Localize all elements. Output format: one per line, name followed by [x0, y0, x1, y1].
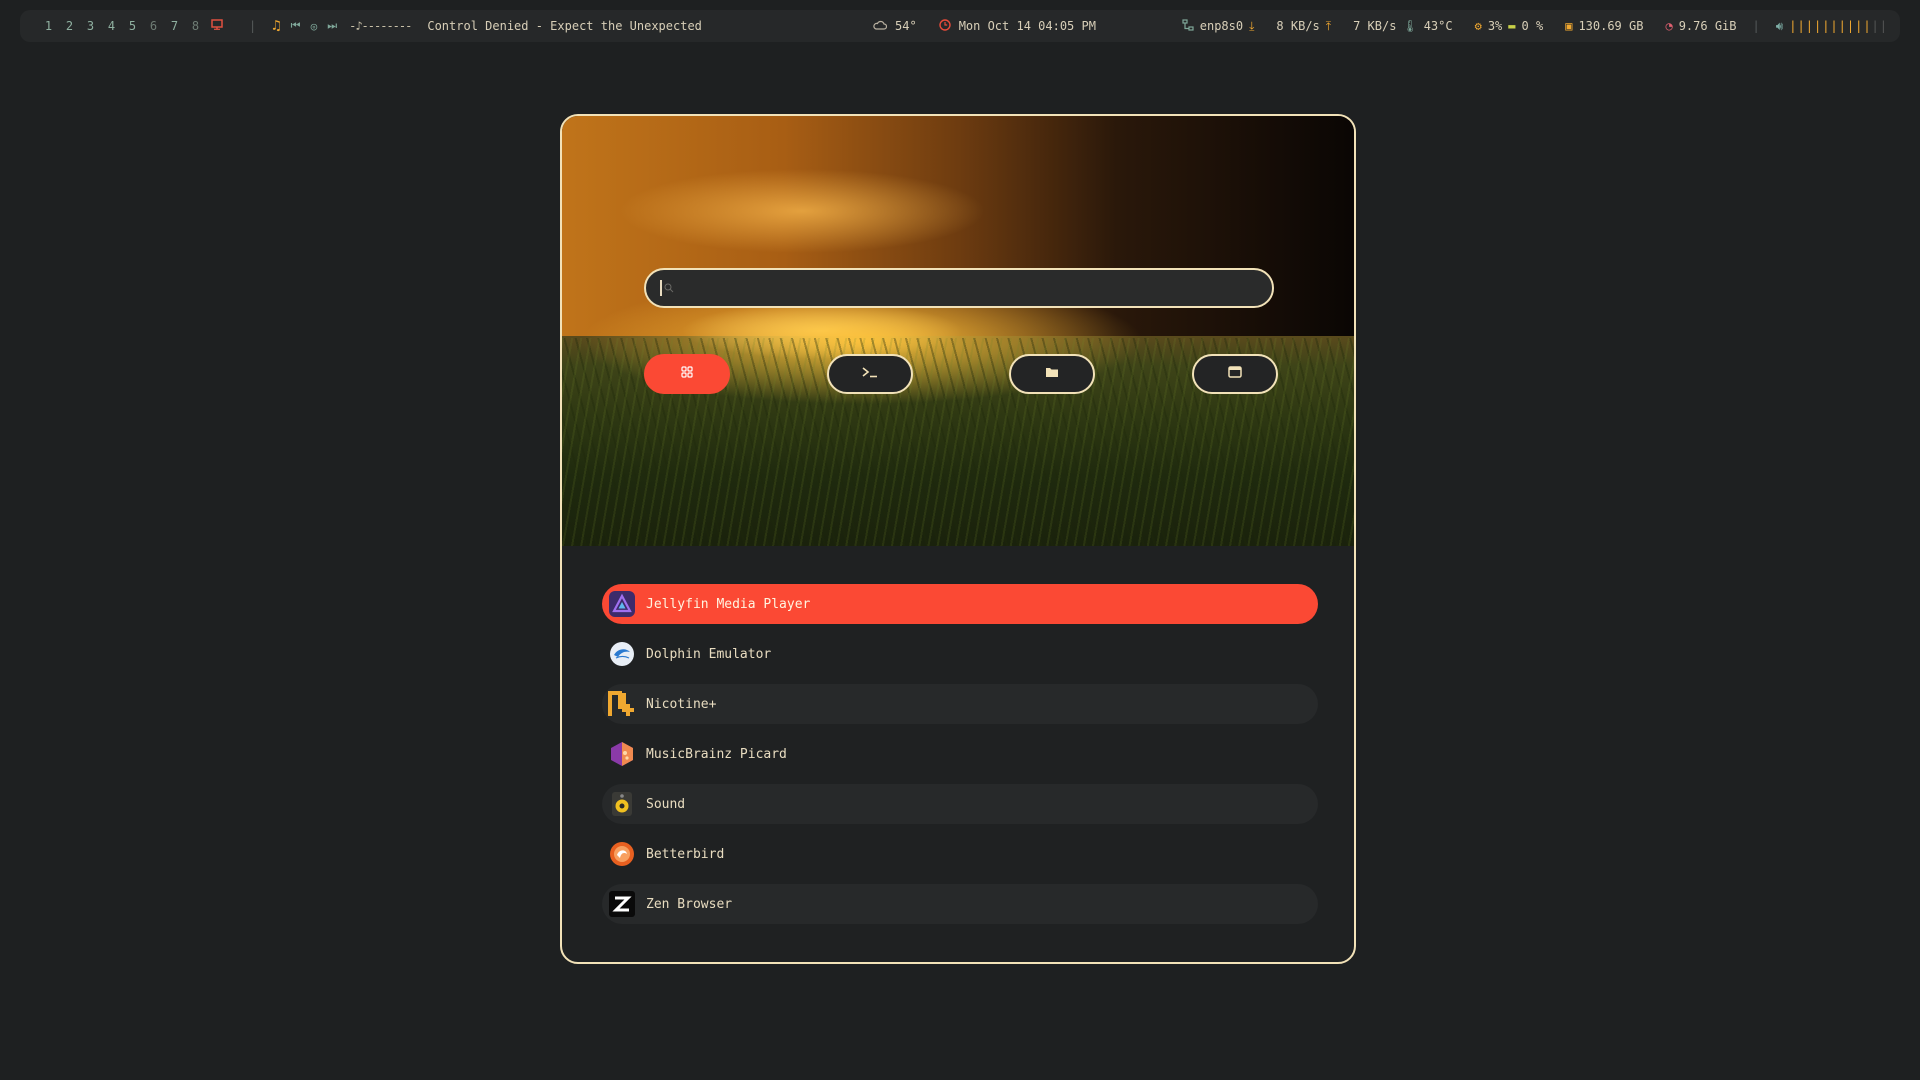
top-bar: 1 2 3 4 5 6 7 8 | ♫ ⏮ ◎ ⏭ -♪-------- Con…: [20, 10, 1900, 42]
monitor-icon[interactable]: [206, 19, 227, 33]
weather-temp: 54°: [895, 19, 917, 33]
clock-icon: [938, 18, 951, 34]
next-track-icon[interactable]: ⏭: [327, 19, 337, 33]
memory-used: 9.76 GiB: [1678, 19, 1737, 33]
jellyfin-icon: [608, 590, 636, 618]
network-icon: [1182, 18, 1194, 34]
disk-icon: ▣: [1565, 19, 1573, 33]
memory-icon: ◔: [1665, 19, 1673, 33]
app-launcher: Jellyfin Media Player Dolphin Emulator N…: [560, 114, 1356, 964]
volume-on-bars: ||||||||||: [1789, 19, 1872, 33]
workspace-switcher: 1 2 3 4 5 6 7 8: [38, 19, 227, 33]
separator: |: [1752, 19, 1760, 33]
cpu-icon: ⚙: [1474, 19, 1482, 33]
app-name: Sound: [646, 796, 686, 812]
cpu-temp: 43°C: [1423, 19, 1453, 33]
media-player: ♫ ⏮ ◎ ⏭ -♪-------- Control Denied - Expe…: [272, 18, 702, 34]
workspace-3[interactable]: 3: [80, 19, 101, 33]
download-icon: ⤓: [1249, 18, 1255, 33]
list-item[interactable]: Betterbird: [602, 834, 1318, 874]
music-note-icon: ♫: [272, 18, 281, 34]
list-item[interactable]: Dolphin Emulator: [602, 634, 1318, 674]
list-item[interactable]: MusicBrainz Picard: [602, 734, 1318, 774]
battery-icon: ▬: [1508, 19, 1516, 33]
zen-icon: [608, 890, 636, 918]
app-name: Nicotine+: [646, 696, 717, 712]
speaker-icon: [608, 790, 636, 818]
betterbird-icon: [608, 840, 636, 868]
workspace-7[interactable]: 7: [164, 19, 185, 33]
list-item[interactable]: Sound: [602, 784, 1318, 824]
volume-icon[interactable]: 🔊︎: [1776, 19, 1784, 34]
upload-icon: ⤒: [1325, 18, 1332, 33]
dolphin-icon: [608, 640, 636, 668]
apps-mode-button[interactable]: [644, 354, 730, 394]
network-interface: enp8s0: [1199, 19, 1244, 33]
text-cursor: [660, 280, 662, 296]
clock-weather: 54° Mon Oct 14 04:05 PM: [873, 18, 1096, 34]
volume-level[interactable]: ||||||||||||: [1789, 19, 1888, 33]
track-progress[interactable]: -♪--------: [349, 19, 412, 33]
list-item[interactable]: Nicotine+: [602, 684, 1318, 724]
app-name: MusicBrainz Picard: [646, 746, 787, 762]
battery-level: 0 %: [1521, 19, 1544, 33]
thermometer-icon: 🌡︎: [1402, 19, 1418, 33]
app-name: Zen Browser: [646, 896, 733, 912]
mode-switcher: [644, 354, 1278, 394]
previous-track-icon[interactable]: ⏮: [291, 19, 301, 33]
datetime[interactable]: Mon Oct 14 04:05 PM: [959, 19, 1096, 33]
search-bar[interactable]: [644, 268, 1274, 308]
picard-icon: [608, 740, 636, 768]
cpu-usage: 3%: [1487, 19, 1503, 33]
search-input[interactable]: [674, 279, 1272, 297]
window-icon: [1228, 366, 1242, 382]
upload-speed: 7 KB/s: [1353, 19, 1397, 33]
workspace-4[interactable]: 4: [101, 19, 122, 33]
workspace-8[interactable]: 8: [185, 19, 206, 33]
separator: |: [249, 19, 257, 33]
windows-mode-button[interactable]: [1191, 354, 1278, 394]
workspace-2[interactable]: 2: [59, 19, 80, 33]
workspace-5[interactable]: 5: [122, 19, 143, 33]
nicotine-icon: [608, 690, 636, 718]
wallpaper-banner: [562, 116, 1354, 546]
files-mode-button[interactable]: [1009, 354, 1096, 394]
terminal-mode-button[interactable]: [826, 354, 913, 394]
app-name: Jellyfin Media Player: [646, 596, 811, 612]
list-item[interactable]: Zen Browser: [602, 884, 1318, 924]
terminal-icon: [861, 366, 879, 382]
system-status: enp8s0 ⤓ 8 KB/s ⤒ 7 KB/s 🌡︎ 43°C ⚙ 3% ▬ …: [1182, 19, 1888, 34]
song-title: Control Denied - Expect the Unexpected: [427, 19, 702, 33]
folder-icon: [1045, 366, 1059, 382]
app-name: Betterbird: [646, 846, 725, 862]
app-name: Dolphin Emulator: [646, 646, 772, 662]
play-pause-icon[interactable]: ◎: [311, 20, 318, 33]
grid-icon: [681, 366, 693, 382]
app-list: Jellyfin Media Player Dolphin Emulator N…: [602, 584, 1318, 934]
workspace-1[interactable]: 1: [38, 19, 59, 33]
download-speed: 8 KB/s: [1276, 19, 1320, 33]
search-icon: [664, 283, 674, 293]
list-item[interactable]: Jellyfin Media Player: [602, 584, 1318, 624]
workspace-6[interactable]: 6: [143, 19, 164, 33]
volume-off-bars: ||: [1871, 19, 1888, 33]
cloud-icon: [873, 19, 888, 33]
disk-free: 130.69 GB: [1578, 19, 1644, 33]
